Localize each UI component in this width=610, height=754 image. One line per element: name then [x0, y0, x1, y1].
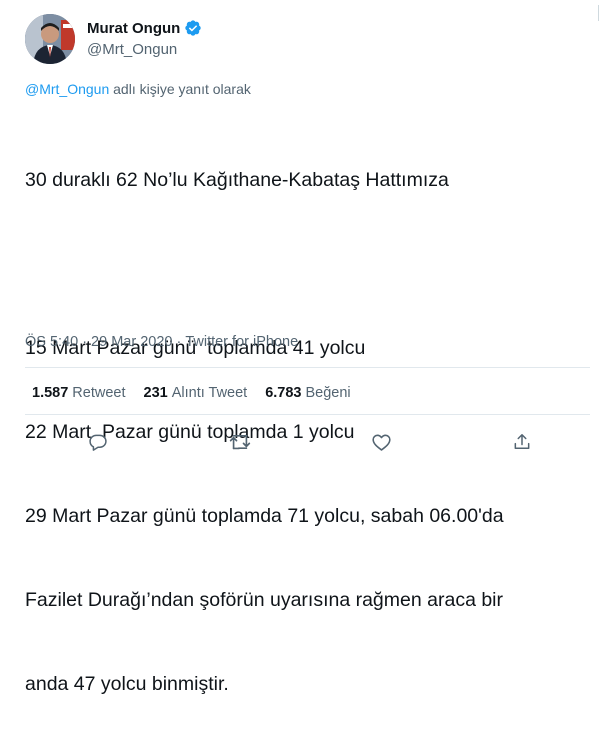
- reply-icon: [88, 432, 108, 452]
- share-icon: [512, 432, 532, 452]
- quote-count-link[interactable]: 231 Alıntı Tweet: [144, 385, 248, 401]
- tweet-text-line: Fazilet Durağı’ndan şoförün uyarısına ra…: [25, 589, 503, 611]
- verified-badge-icon: [184, 19, 202, 37]
- retweet-count: 1.587: [32, 385, 69, 401]
- quote-label: Alıntı Tweet: [171, 385, 248, 401]
- tweet-source[interactable]: Twitter for iPhone: [185, 334, 298, 350]
- divider: [25, 367, 590, 368]
- tweet-card: Murat Ongun @Mrt_Ongun @Mrt_Ongun adlı k…: [0, 0, 610, 695]
- retweet-icon: [229, 431, 251, 453]
- tweet-text-line: [25, 250, 605, 278]
- share-button[interactable]: [508, 428, 536, 456]
- retweet-count-link[interactable]: 1.587 Retweet: [32, 385, 126, 401]
- retweet-label: Retweet: [72, 385, 126, 401]
- reply-context: @Mrt_Ongun adlı kişiye yanıt olarak: [25, 81, 251, 97]
- heart-icon: [371, 432, 392, 453]
- engagement-stats: 1.587 Retweet 231 Alıntı Tweet 6.783 Beğeni: [32, 385, 369, 401]
- tweet-date[interactable]: 29 Mar 2020: [91, 334, 172, 350]
- like-count-link[interactable]: 6.783 Beğeni: [265, 385, 350, 401]
- divider: [25, 414, 590, 415]
- meta-separator: ·: [176, 334, 182, 350]
- tweet-text-line: 29 Mart Pazar günü toplamda 71 yolcu, sa…: [25, 505, 504, 527]
- avatar[interactable]: [25, 14, 75, 64]
- quote-count: 231: [143, 385, 168, 401]
- tweet-time[interactable]: ÖS 5:40: [25, 334, 78, 350]
- tweet-text-line: anda 47 yolcu binmiştir.: [25, 673, 229, 695]
- reply-context-label: adlı kişiye yanıt olarak: [113, 81, 251, 97]
- like-count: 6.783: [265, 385, 302, 401]
- like-button[interactable]: [367, 428, 395, 456]
- tweet-text-line: 30 duraklı 62 No’lu Kağıthane-Kabataş Ha…: [25, 169, 449, 191]
- reply-button[interactable]: [84, 428, 112, 456]
- scrollbar-edge: [598, 5, 599, 21]
- like-label: Beğeni: [305, 385, 351, 401]
- action-bar: [0, 428, 610, 456]
- reply-mention-link[interactable]: @Mrt_Ongun: [25, 81, 109, 97]
- author-handle[interactable]: @Mrt_Ongun: [87, 41, 177, 58]
- tweet-meta: ÖS 5:40 · 29 Mar 2020 · Twitter for iPho…: [25, 334, 298, 350]
- retweet-button[interactable]: [226, 428, 254, 456]
- meta-separator: ·: [82, 334, 88, 350]
- author-name-row[interactable]: Murat Ongun: [87, 19, 202, 37]
- author-name[interactable]: Murat Ongun: [87, 20, 180, 37]
